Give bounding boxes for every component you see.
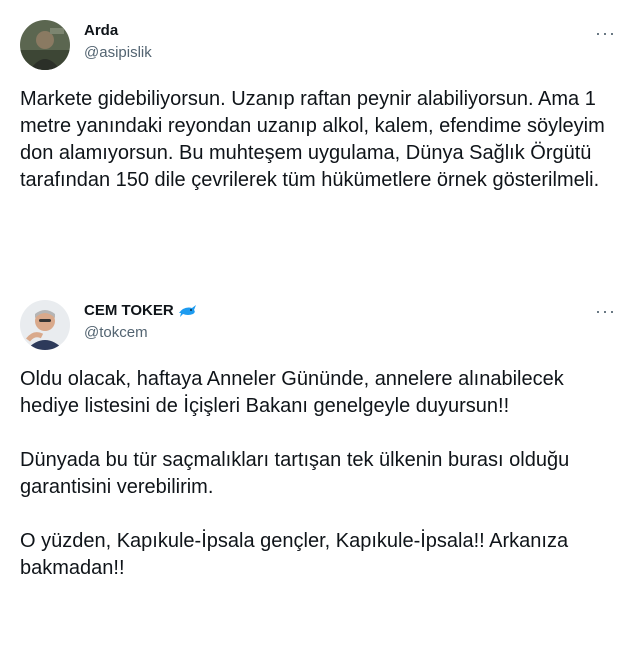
tweet-card[interactable]: Arda @asipislik ··· Markete gidebiliyors… — [0, 0, 640, 275]
tweet-text: Oldu olacak, haftaya Anneler Gününde, an… — [20, 366, 620, 582]
avatar[interactable] — [20, 300, 70, 350]
user-handle[interactable]: @tokcem — [84, 324, 148, 341]
tweet-paragraph: Dünyada bu tür saçmalıkları tartışan tek… — [20, 449, 570, 498]
display-name[interactable]: CEM TOKER — [84, 302, 174, 319]
more-options-icon[interactable]: ··· — [595, 302, 616, 320]
display-name[interactable]: Arda — [84, 22, 118, 39]
more-options-icon[interactable]: ··· — [595, 24, 616, 42]
user-handle[interactable]: @asipislik — [84, 44, 152, 61]
tweet-paragraph: Oldu olacak, haftaya Anneler Gününde, an… — [20, 368, 564, 417]
dolphin-emoji-icon — [178, 304, 196, 317]
avatar[interactable] — [20, 20, 70, 70]
tweet-card[interactable]: CEM TOKER @tokcem ··· Oldu olacak, hafta… — [0, 282, 640, 663]
user-avatar-icon — [20, 20, 70, 70]
tweet-paragraph: Markete gidebiliyorsun. Uzanıp raftan pe… — [20, 88, 605, 191]
user-avatar-icon — [20, 300, 70, 350]
tweet-paragraph: O yüzden, Kapıkule-İpsala gençler, Kapık… — [20, 530, 569, 579]
tweet-text: Markete gidebiliyorsun. Uzanıp raftan pe… — [20, 86, 620, 194]
